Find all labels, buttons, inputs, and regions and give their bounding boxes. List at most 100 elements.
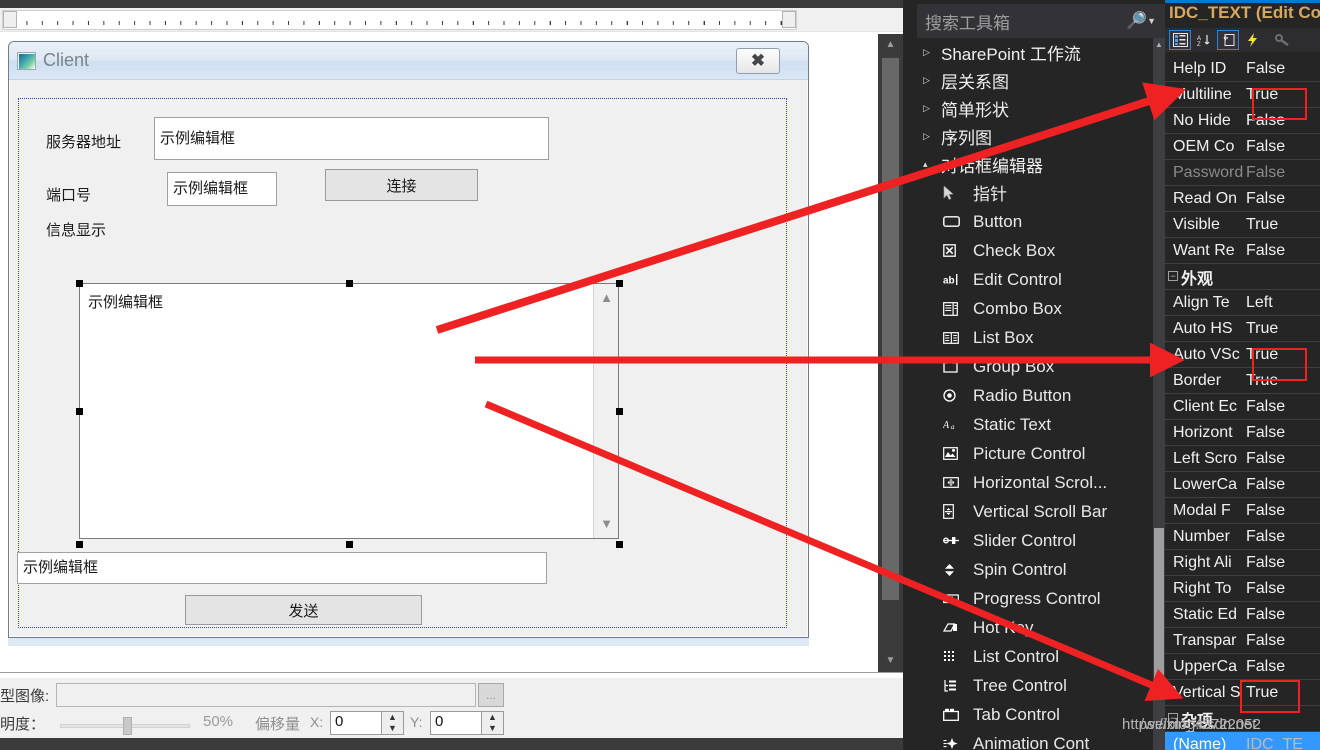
property-value[interactable]: True xyxy=(1243,86,1320,104)
collapse-icon[interactable]: − xyxy=(1168,271,1178,281)
selection-handle[interactable] xyxy=(346,280,353,287)
scroll-down-icon[interactable]: ▼ xyxy=(878,652,903,670)
toolbox-group-5[interactable]: ▴ 对话框编辑器 xyxy=(917,150,1151,178)
selection-handle[interactable] xyxy=(346,541,353,548)
toolbox-item-check-box[interactable]: Check Box xyxy=(917,236,1151,265)
property-row[interactable]: Modal F False xyxy=(1165,498,1320,524)
properties-page-icon[interactable] xyxy=(1217,30,1239,50)
toolbox-group-4[interactable]: ▷ 序列图 xyxy=(917,122,1151,150)
property-value[interactable]: False xyxy=(1243,190,1320,208)
property-value[interactable]: False xyxy=(1243,242,1320,260)
sort-az-icon[interactable]: AZ xyxy=(1193,30,1215,50)
toolbox-search-box[interactable]: 搜索工具箱 🔍 ▼ xyxy=(917,4,1165,38)
hscroll-thumb-right[interactable] xyxy=(782,11,796,28)
property-value[interactable]: False xyxy=(1243,528,1320,546)
toolbox-item-tab-control[interactable]: Tab Control xyxy=(917,700,1151,729)
lightning-icon[interactable] xyxy=(1241,30,1263,50)
property-value[interactable]: False xyxy=(1243,580,1320,598)
horizontal-scrollbar[interactable] xyxy=(0,8,903,32)
properties-list[interactable]: Help ID False Multiline True No Hide False OEM… xyxy=(1165,56,1320,750)
offset-y-input[interactable]: 0 xyxy=(430,711,482,735)
toolbox-item-tree-control[interactable]: Tree Control xyxy=(917,671,1151,700)
property-row[interactable]: LowerCa False xyxy=(1165,472,1320,498)
toolbox-item-progress-control[interactable]: Progress Control xyxy=(917,584,1151,613)
property-value[interactable]: False xyxy=(1243,658,1320,676)
toolbox-search-input[interactable]: 搜索工具箱 xyxy=(917,9,1122,34)
selection-handle[interactable] xyxy=(616,541,623,548)
close-button[interactable]: ✖ xyxy=(736,48,780,74)
triangle-right-icon[interactable]: ▷ xyxy=(923,131,941,142)
toolbox-item-animation-cont[interactable]: Animation Cont xyxy=(917,729,1151,750)
property-value[interactable]: False xyxy=(1243,502,1320,520)
property-value[interactable]: IDC_TE xyxy=(1243,736,1320,750)
toolbox-group-2[interactable]: ▷ 层关系图 xyxy=(917,66,1151,94)
opacity-slider-thumb[interactable] xyxy=(123,717,132,735)
image-path-input[interactable] xyxy=(56,683,476,707)
toolbox-item-edit-control[interactable]: ab Edit Control xyxy=(917,265,1151,294)
toolbox-item-hot-key[interactable]: Hot Key xyxy=(917,613,1151,642)
chevron-down-icon[interactable]: ▼ xyxy=(1147,16,1165,26)
property-row[interactable]: UpperCa False xyxy=(1165,654,1320,680)
property-row[interactable]: Static Ed False xyxy=(1165,602,1320,628)
property-row[interactable]: Align Te Left xyxy=(1165,290,1320,316)
triangle-right-icon[interactable]: ▷ xyxy=(923,47,941,58)
property-value[interactable]: False xyxy=(1243,112,1320,130)
property-row[interactable]: Number False xyxy=(1165,524,1320,550)
property-value[interactable]: Left xyxy=(1243,294,1320,312)
selection-handle[interactable] xyxy=(616,408,623,415)
property-row[interactable]: Horizont False xyxy=(1165,420,1320,446)
selection-handle[interactable] xyxy=(616,280,623,287)
stepper-down-icon[interactable]: ▼ xyxy=(382,723,403,734)
offset-x-input[interactable]: 0 xyxy=(330,711,382,735)
connect-button[interactable]: 连接 xyxy=(325,169,478,201)
property-value[interactable]: True xyxy=(1243,372,1320,390)
property-row[interactable]: (Name) IDC_TE xyxy=(1165,732,1320,750)
toolbox-item-slider-control[interactable]: Slider Control xyxy=(917,526,1151,555)
toolbox-tree[interactable]: ▷ SharePoint 工作流 ▷ 层关系图 ▷ 简单形状 ▷ 序列图 ▴ 对话框编辑器 指针 Bu… xyxy=(917,38,1151,750)
property-row[interactable]: Right Ali False xyxy=(1165,550,1320,576)
toolbox-item-static-text[interactable]: Aa Static Text xyxy=(917,410,1151,439)
property-row[interactable]: Visible True xyxy=(1165,212,1320,238)
property-value[interactable]: False xyxy=(1243,60,1320,78)
info-display-multiline-edit[interactable]: 示例编辑框 ▲ ▼ xyxy=(79,283,619,539)
server-address-input[interactable]: 示例编辑框 xyxy=(154,117,549,160)
toolbox-item-combo-box[interactable]: Combo Box xyxy=(917,294,1151,323)
selection-handle[interactable] xyxy=(76,408,83,415)
triangle-down-icon[interactable]: ▴ xyxy=(923,159,941,170)
stepper-up-icon[interactable]: ▲ xyxy=(482,712,503,723)
property-value[interactable]: False xyxy=(1243,632,1320,650)
property-row[interactable]: No Hide False xyxy=(1165,108,1320,134)
scroll-up-icon[interactable]: ▲ xyxy=(594,286,619,310)
vscroll-thumb[interactable] xyxy=(882,58,899,600)
property-row[interactable]: Help ID False xyxy=(1165,56,1320,82)
scroll-up-icon[interactable]: ▲ xyxy=(1153,38,1165,52)
property-row[interactable]: Border True xyxy=(1165,368,1320,394)
stepper-up-icon[interactable]: ▲ xyxy=(382,712,403,723)
toolbox-item-list-box[interactable]: List Box xyxy=(917,323,1151,352)
property-row[interactable]: OEM Co False xyxy=(1165,134,1320,160)
toolbox-group-3[interactable]: ▷ 简单形状 xyxy=(917,94,1151,122)
scroll-down-icon[interactable]: ▼ xyxy=(594,512,619,536)
triangle-right-icon[interactable]: ▷ xyxy=(923,75,941,86)
property-row[interactable]: Read On False xyxy=(1165,186,1320,212)
toolbox-scroll-thumb[interactable] xyxy=(1154,528,1164,688)
port-number-input[interactable]: 示例编辑框 xyxy=(167,172,277,206)
toolbox-item-[interactable]: 指针 xyxy=(917,178,1151,207)
hscroll-track[interactable] xyxy=(2,10,797,30)
categorized-icon[interactable] xyxy=(1169,30,1191,50)
browse-button[interactable]: ... xyxy=(478,683,504,707)
toolbox-item-radio-button[interactable]: Radio Button xyxy=(917,381,1151,410)
property-row[interactable]: Right To False xyxy=(1165,576,1320,602)
property-row[interactable]: Client Ec False xyxy=(1165,394,1320,420)
property-row[interactable]: Want Re False xyxy=(1165,238,1320,264)
editor-vertical-scrollbar[interactable]: ▲ ▼ xyxy=(878,34,903,672)
property-value[interactable]: False xyxy=(1243,424,1320,442)
offset-y-stepper[interactable]: ▲ ▼ xyxy=(482,711,504,735)
scroll-up-icon[interactable]: ▲ xyxy=(878,36,903,54)
property-row[interactable]: Transpar False xyxy=(1165,628,1320,654)
send-button[interactable]: 发送 xyxy=(185,595,422,625)
triangle-right-icon[interactable]: ▷ xyxy=(923,103,941,114)
property-row[interactable]: Vertical S True xyxy=(1165,680,1320,706)
property-row[interactable]: Left Scro False xyxy=(1165,446,1320,472)
selection-handle[interactable] xyxy=(76,280,83,287)
